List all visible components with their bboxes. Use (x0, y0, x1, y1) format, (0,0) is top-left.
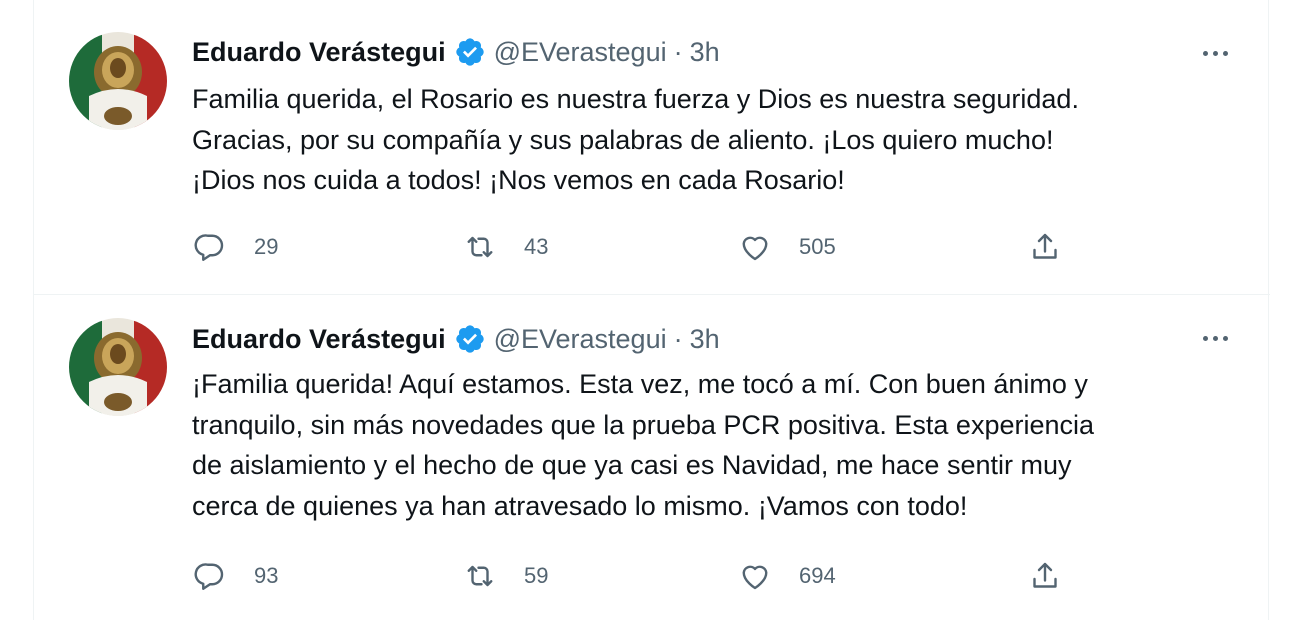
verified-badge-icon (455, 38, 484, 66)
share-button[interactable] (1027, 556, 1063, 596)
tweet-text-line: ¡Familia querida! Aquí estamos. Esta vez… (192, 369, 1088, 399)
more-button[interactable] (1198, 36, 1232, 70)
reply-icon (194, 234, 224, 261)
tweet-text-line: cerca de quienes ya han atravesado lo mi… (192, 490, 968, 521)
more-button[interactable] (1198, 321, 1232, 355)
retweet-button[interactable]: 59 (462, 556, 548, 596)
retweet-count: 59 (524, 563, 549, 588)
avatar[interactable] (69, 32, 167, 130)
share-button[interactable] (1027, 227, 1063, 267)
timestamp[interactable]: 3h (690, 37, 720, 68)
author-handle[interactable]: @EVerastegui (494, 37, 667, 68)
reply-count: 93 (254, 563, 279, 588)
tweet-text-line: Gracias, por su compañía y sus palabras … (192, 124, 1054, 155)
tweet[interactable]: Eduardo Verástegui @EVerastegui · 3h ¡Fa… (34, 296, 1270, 620)
tweet-header: Eduardo Verástegui @EVerastegui · 3h (192, 319, 720, 359)
retweet-icon (467, 565, 493, 587)
avatar[interactable] (69, 318, 167, 416)
like-count: 505 (799, 234, 836, 259)
reply-icon (194, 563, 224, 590)
more-icon (1202, 50, 1228, 56)
share-icon (1033, 233, 1057, 259)
avatar-image (69, 318, 167, 416)
tweet-text: Familia querida, el Rosario es nuestra f… (192, 79, 1232, 201)
tweet[interactable]: Eduardo Verástegui @EVerastegui · 3h Fam… (34, 0, 1270, 295)
verified-badge-icon (455, 325, 484, 353)
separator-dot: · (673, 36, 683, 67)
author-name[interactable]: Eduardo Verástegui (192, 324, 446, 355)
tweet-header: Eduardo Verástegui @EVerastegui · 3h (192, 32, 720, 72)
share-icon (1033, 562, 1057, 588)
tweet-text-line: tranquilo, sin más novedades que la prue… (192, 409, 1095, 440)
tweet-actions: 93 59 694 (192, 556, 1072, 596)
tweet-text-line: de aislamiento y el hecho de que ya casi… (192, 450, 1072, 480)
author-name[interactable]: Eduardo Verástegui (192, 37, 446, 68)
like-icon (742, 565, 768, 590)
avatar-image (69, 32, 167, 130)
reply-button[interactable]: 29 (192, 227, 278, 267)
timestamp[interactable]: 3h (690, 324, 720, 355)
tweet-text-line: ¡Dios nos cuida a todos! ¡Nos vemos en c… (192, 165, 845, 195)
timeline: Eduardo Verástegui @EVerastegui · 3h Fam… (33, 0, 1270, 620)
retweet-count: 43 (524, 234, 549, 259)
more-icon (1202, 335, 1228, 341)
like-count: 694 (799, 563, 836, 588)
tweet-text: ¡Familia querida! Aquí estamos. Esta vez… (192, 364, 1232, 526)
tweet-actions: 29 43 505 (192, 227, 1072, 267)
reply-count: 29 (254, 234, 279, 259)
like-button[interactable]: 505 (737, 227, 836, 267)
author-handle[interactable]: @EVerastegui (494, 324, 667, 355)
retweet-button[interactable]: 43 (462, 227, 548, 267)
tweet-text-line: Familia querida, el Rosario es nuestra f… (192, 84, 1079, 114)
reply-button[interactable]: 93 (192, 556, 278, 596)
retweet-icon (467, 236, 493, 258)
like-button[interactable]: 694 (737, 556, 836, 596)
like-icon (742, 236, 768, 261)
separator-dot: · (673, 323, 683, 354)
